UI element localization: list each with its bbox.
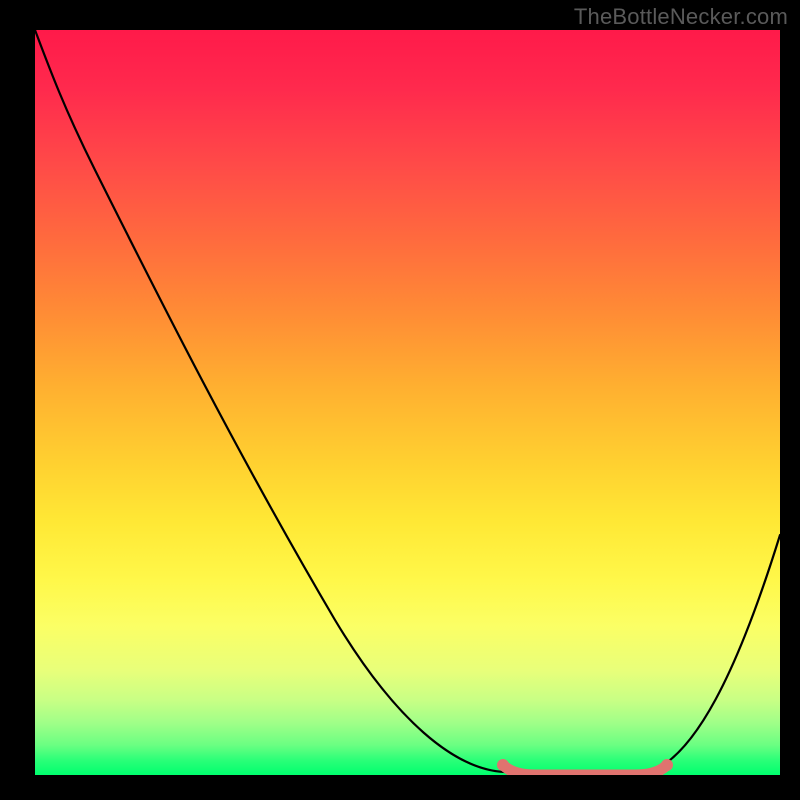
chart-container: TheBottleNecker.com bbox=[0, 0, 800, 800]
highlight-endpoint-left bbox=[497, 759, 509, 771]
bottleneck-curve-path bbox=[35, 30, 780, 775]
highlight-endpoint-right bbox=[661, 759, 673, 771]
curve-overlay bbox=[35, 30, 780, 775]
plot-area bbox=[35, 30, 780, 775]
watermark-text: TheBottleNecker.com bbox=[574, 4, 788, 30]
optimal-range-highlight-path bbox=[503, 765, 667, 775]
